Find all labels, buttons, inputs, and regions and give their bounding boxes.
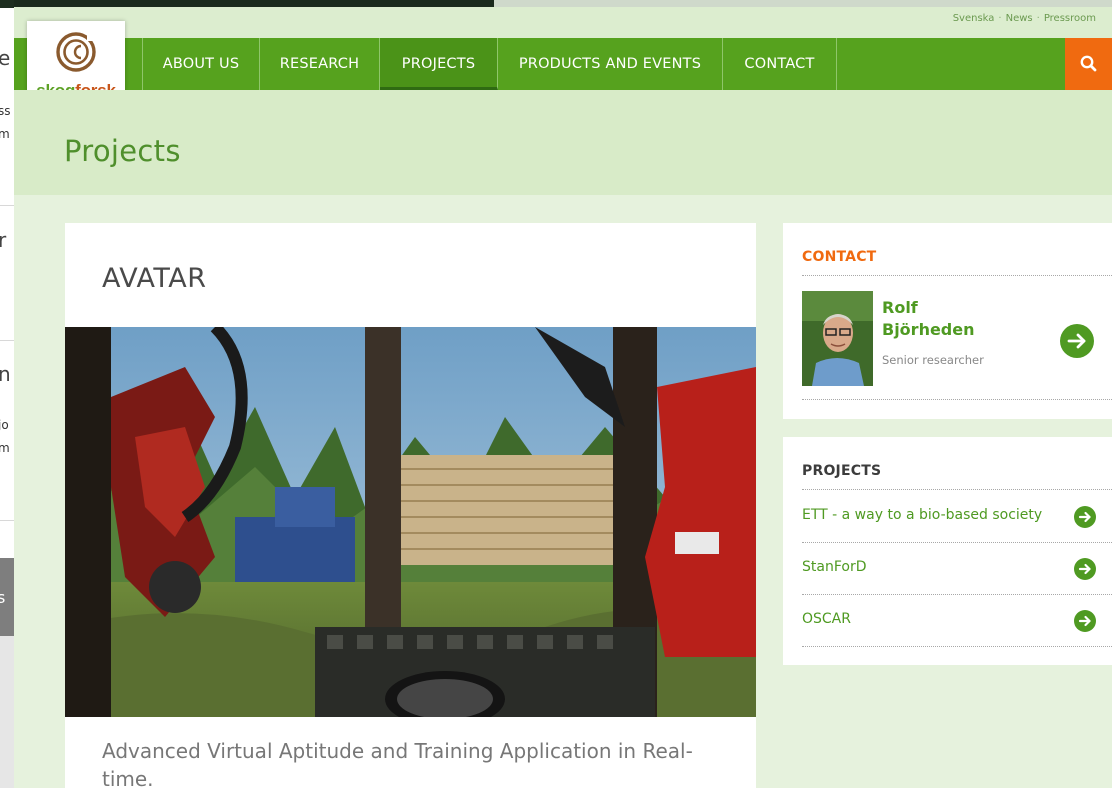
contact-photo xyxy=(802,291,873,386)
divider xyxy=(802,275,1112,276)
project-arrow-button[interactable] xyxy=(1074,610,1096,632)
utility-links: Svenska · News · Pressroom xyxy=(953,13,1096,24)
background-text-fragment: r xyxy=(0,228,7,252)
divider xyxy=(802,399,1112,400)
background-text-fragment: ss xyxy=(0,104,11,118)
link-separator: · xyxy=(1036,13,1040,24)
background-divider xyxy=(0,520,14,521)
skogforsk-page: Svenska · News · Pressroom ABOUT US RESEARCH… xyxy=(14,7,1112,788)
link-pressroom[interactable]: Pressroom xyxy=(1044,13,1096,24)
projects-heading: PROJECTS xyxy=(802,463,882,479)
related-projects-card: PROJECTS ETT - a way to a bio-based soci… xyxy=(783,437,1112,665)
background-grey-panel: s xyxy=(0,558,14,636)
nav-item-research[interactable]: RESEARCH xyxy=(260,38,380,90)
browser-top-edge xyxy=(494,0,1112,7)
project-link-label[interactable]: ETT - a way to a bio-based society xyxy=(802,507,1042,523)
page-title: Projects xyxy=(64,134,181,168)
background-text-fragment: m xyxy=(0,441,10,455)
nav-item-about-us[interactable]: ABOUT US xyxy=(143,38,260,90)
link-svenska[interactable]: Svenska xyxy=(953,13,995,24)
arrow-right-icon xyxy=(1078,511,1091,523)
arrow-right-icon xyxy=(1067,333,1086,349)
project-hero-image xyxy=(65,327,756,717)
utility-bar: Svenska · News · Pressroom xyxy=(14,7,1112,38)
page-title-band: Projects xyxy=(14,90,1112,195)
contact-card: CONTACT Rolf Björheden Senior researcher xyxy=(783,223,1112,419)
project-card: AVATAR Advanced Virtual Aptitude and Tra… xyxy=(65,223,756,788)
background-text-fragment: e xyxy=(0,46,11,70)
background-window-top-edge xyxy=(14,0,494,7)
search-button[interactable] xyxy=(1065,38,1112,90)
background-text-fragment: m xyxy=(0,127,10,141)
background-footer xyxy=(0,636,14,788)
arrow-right-icon xyxy=(1078,563,1091,575)
background-divider xyxy=(0,340,14,341)
background-divider xyxy=(0,205,14,206)
list-item-project[interactable]: ETT - a way to a bio-based society xyxy=(802,490,1112,542)
arrow-right-icon xyxy=(1078,615,1091,627)
magnifier-icon xyxy=(1080,55,1097,72)
project-intro: Advanced Virtual Aptitude and Training A… xyxy=(102,739,693,788)
project-arrow-button[interactable] xyxy=(1074,558,1096,580)
project-arrow-button[interactable] xyxy=(1074,506,1096,528)
main-navigation: ABOUT US RESEARCH PROJECTS PRODUCTS AND … xyxy=(14,38,1112,90)
nav-item-products-and-events[interactable]: PRODUCTS AND EVENTS xyxy=(498,38,723,90)
background-window: e ss m r n jo m s xyxy=(0,0,14,788)
list-item-project[interactable]: OSCAR xyxy=(802,594,1112,646)
project-link-label[interactable]: StanForD xyxy=(802,559,866,575)
divider xyxy=(802,646,1112,647)
project-link-label[interactable]: OSCAR xyxy=(802,611,851,627)
project-title: AVATAR xyxy=(102,263,207,294)
background-window-topbar xyxy=(0,0,14,8)
nav-item-projects[interactable]: PROJECTS xyxy=(380,38,498,90)
background-text-fragment: n xyxy=(0,362,11,386)
background-text-fragment: s xyxy=(0,588,6,607)
contact-heading: CONTACT xyxy=(802,249,877,265)
link-separator: · xyxy=(998,13,1002,24)
background-text-fragment: jo xyxy=(0,418,9,432)
tree-rings-logo-icon xyxy=(56,32,97,72)
contact-name[interactable]: Rolf Björheden xyxy=(882,297,1002,341)
contact-arrow-button[interactable] xyxy=(1060,324,1094,358)
link-news[interactable]: News xyxy=(1006,13,1033,24)
person-portrait xyxy=(802,291,873,386)
list-item-project[interactable]: StanForD xyxy=(802,542,1112,594)
forest-harvester-photo xyxy=(65,327,756,717)
contact-role: Senior researcher xyxy=(882,353,984,367)
nav-item-contact[interactable]: CONTACT xyxy=(723,38,837,90)
